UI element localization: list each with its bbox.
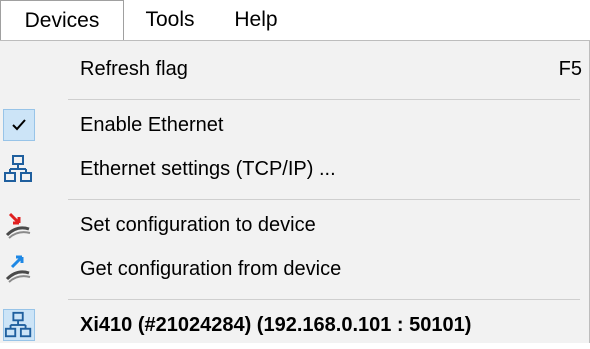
menu-item-refresh-flag[interactable]: Refresh flag F5 xyxy=(0,45,590,93)
menu-separator xyxy=(68,299,580,300)
upload-config-icon xyxy=(3,209,35,241)
menu-item-label: Enable Ethernet xyxy=(80,114,224,136)
menu-bar: Devices Tools Help xyxy=(0,0,590,40)
download-config-icon xyxy=(3,253,35,285)
menu-item-get-configuration[interactable]: Get configuration from device xyxy=(0,245,590,293)
menu-item-set-configuration[interactable]: Set configuration to device xyxy=(0,201,590,249)
checkmark-icon xyxy=(3,109,35,141)
menu-item-label: Get configuration from device xyxy=(80,258,342,280)
menu-separator xyxy=(68,99,580,100)
network-icon xyxy=(3,309,35,341)
network-icon xyxy=(3,153,35,185)
menu-item-label: Set configuration to device xyxy=(80,214,316,236)
menu-devices[interactable]: Devices xyxy=(0,0,124,40)
devices-dropdown-menu: Refresh flag F5 Enable Ethernet Ethernet… xyxy=(0,40,590,343)
menu-item-label: Refresh flag xyxy=(80,58,188,80)
menu-item-label: Ethernet settings (TCP/IP) ... xyxy=(80,158,336,180)
menu-item-ethernet-settings[interactable]: Ethernet settings (TCP/IP) ... xyxy=(0,145,590,193)
shortcut-label: F5 xyxy=(558,58,582,80)
menu-item-enable-ethernet[interactable]: Enable Ethernet xyxy=(0,101,590,149)
menu-help[interactable]: Help xyxy=(214,0,298,40)
menu-tools[interactable]: Tools xyxy=(126,0,214,40)
menu-item-device-xi410[interactable]: Xi410 (#21024284) (192.168.0.101 : 50101… xyxy=(0,301,590,349)
menu-item-label: Xi410 (#21024284) (192.168.0.101 : 50101… xyxy=(80,314,472,336)
menu-separator xyxy=(68,199,580,200)
